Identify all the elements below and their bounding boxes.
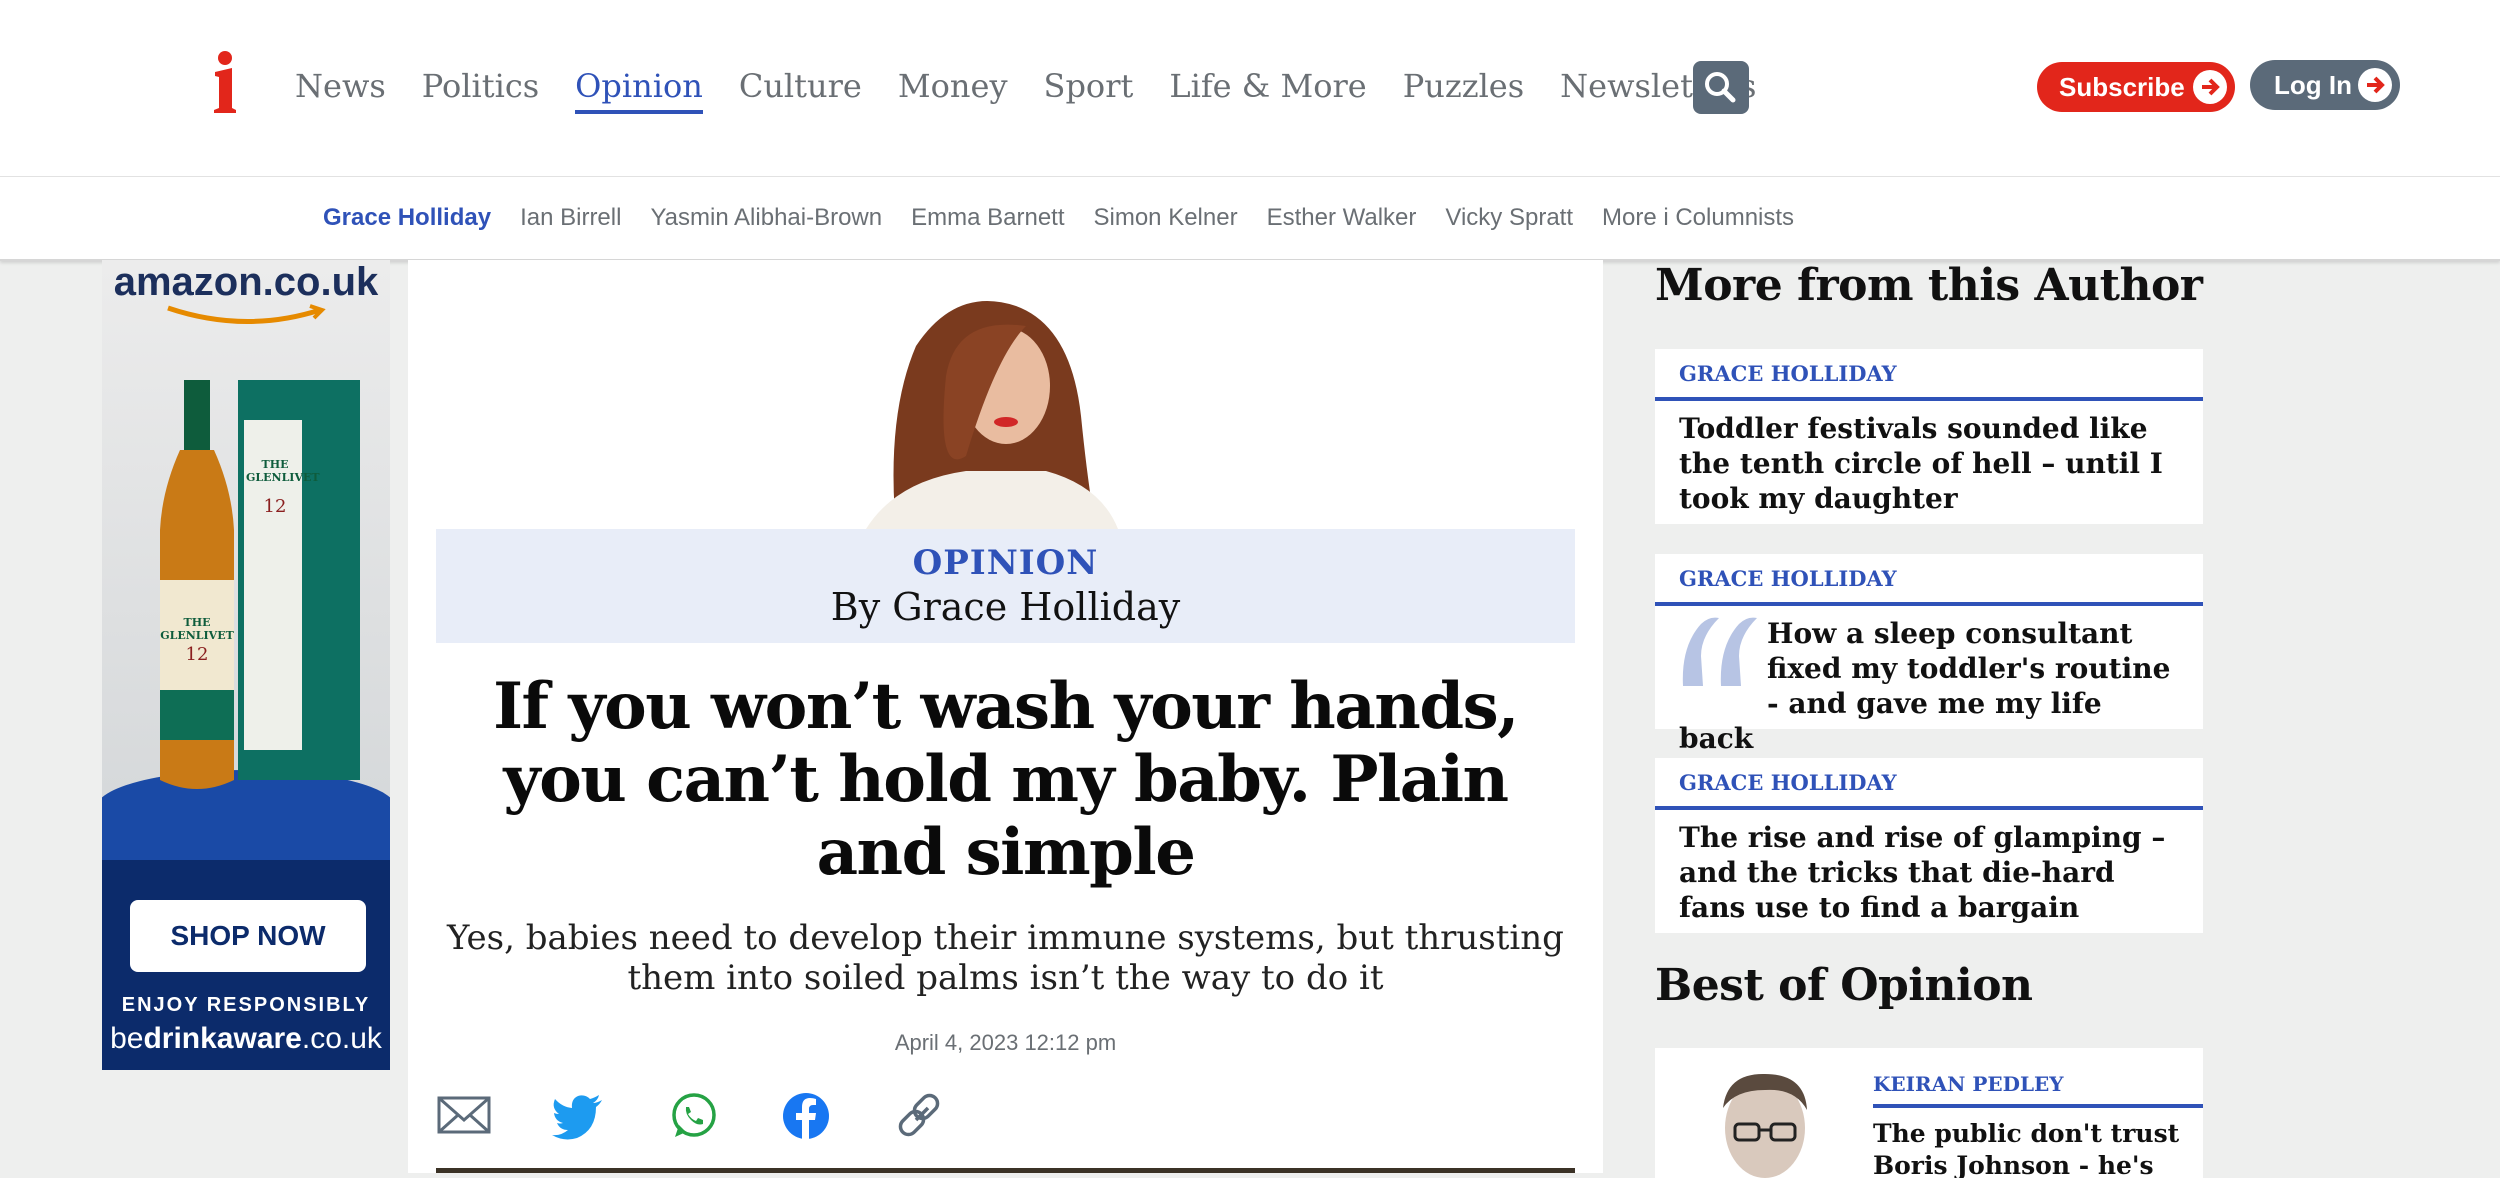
login-button[interactable]: Log In bbox=[2250, 60, 2400, 110]
card-title-block: How a sleep consultant fixed my toddler'… bbox=[1679, 616, 2179, 756]
author-byline[interactable]: By Grace Holliday bbox=[436, 585, 1575, 629]
nav-item-life-more[interactable]: Life & More bbox=[1169, 62, 1366, 114]
nav-item-culture[interactable]: Culture bbox=[739, 62, 862, 114]
card-author-tag[interactable]: GRACE HOLLIDAY bbox=[1679, 770, 1897, 795]
author-article-card[interactable]: GRACE HOLLIDAY How a sleep consultant fi… bbox=[1655, 554, 2203, 755]
columnist-ian-birrell[interactable]: Ian Birrell bbox=[520, 201, 621, 235]
login-label: Log In bbox=[2274, 69, 2352, 100]
columnist-vicky-spratt[interactable]: Vicky Spratt bbox=[1445, 201, 1573, 235]
card-divider bbox=[1655, 602, 2203, 606]
whatsapp-icon[interactable] bbox=[664, 1090, 720, 1142]
more-columnists-link[interactable]: More i Columnists bbox=[1602, 201, 1794, 235]
card-author-tag[interactable]: GRACE HOLLIDAY bbox=[1679, 361, 1897, 386]
ad-bottle-age: 12 bbox=[185, 644, 209, 665]
ad-bottle-label: THE GLENLIVET bbox=[160, 616, 234, 642]
nav-item-sport[interactable]: Sport bbox=[1044, 62, 1134, 114]
main-nav: News Politics Opinion Culture Money Spor… bbox=[295, 62, 1792, 114]
drinkaware-suffix: .co.uk bbox=[301, 1022, 382, 1055]
more-from-author-heading: More from this Author bbox=[1655, 260, 2203, 311]
shop-now-button[interactable]: SHOP NOW bbox=[130, 900, 366, 972]
drinkaware-logo: bedrinkaware.co.uk bbox=[102, 1022, 390, 1056]
nav-item-news[interactable]: News bbox=[295, 62, 386, 114]
ad-disclaimer: ENJOY RESPONSIBLY bbox=[121, 994, 371, 1016]
section-kicker[interactable]: OPINION bbox=[436, 543, 1575, 583]
card-title[interactable]: The rise and rise of glamping – and the … bbox=[1679, 820, 2179, 925]
ad-box-label: THE GLENLIVET bbox=[246, 458, 320, 484]
article-hero-image bbox=[436, 1168, 1575, 1173]
site-header: News Politics Opinion Culture Money Spor… bbox=[0, 0, 2500, 177]
subscribe-button[interactable]: Subscribe bbox=[2037, 62, 2235, 112]
columnist-avatar bbox=[1723, 1073, 1807, 1178]
subscribe-label: Subscribe bbox=[2059, 71, 2185, 102]
arrow-right-icon bbox=[2193, 70, 2227, 104]
search-icon bbox=[1705, 72, 1736, 103]
card-author-tag[interactable]: KEIRAN PEDLEY bbox=[1873, 1072, 2064, 1096]
columnist-nav-bar: Grace Holliday Ian Birrell Yasmin Alibha… bbox=[0, 177, 2500, 261]
columnist-nav: Grace Holliday Ian Birrell Yasmin Alibha… bbox=[323, 201, 1823, 235]
nav-item-politics[interactable]: Politics bbox=[422, 62, 539, 114]
card-divider bbox=[1655, 806, 2203, 810]
quote-mark-icon bbox=[1682, 617, 1757, 686]
whisky-bottle-image bbox=[160, 380, 234, 789]
opinion-article-card[interactable]: KEIRAN PEDLEY The public don't trust Bor… bbox=[1655, 1048, 2203, 1178]
email-icon[interactable] bbox=[436, 1090, 492, 1142]
arrow-right-icon bbox=[2358, 68, 2392, 102]
amazon-smile-icon bbox=[167, 304, 326, 325]
card-divider bbox=[1655, 397, 2203, 401]
columnist-simon-kelner[interactable]: Simon Kelner bbox=[1094, 201, 1238, 235]
facebook-icon[interactable] bbox=[778, 1090, 834, 1142]
best-of-opinion-heading: Best of Opinion bbox=[1655, 960, 2033, 1011]
link-icon[interactable] bbox=[892, 1090, 948, 1142]
search-button[interactable] bbox=[1693, 61, 1749, 114]
nav-item-puzzles[interactable]: Puzzles bbox=[1403, 62, 1524, 114]
card-title[interactable]: The public don't trust Boris Johnson - h… bbox=[1873, 1118, 2193, 1178]
author-box: OPINION By Grace Holliday bbox=[436, 529, 1575, 643]
card-divider bbox=[1873, 1104, 2203, 1108]
columnist-esther-walker[interactable]: Esther Walker bbox=[1267, 201, 1417, 235]
whisky-box-image bbox=[238, 380, 360, 780]
columnist-grace-holliday[interactable]: Grace Holliday bbox=[323, 201, 491, 235]
ad-box-age: 12 bbox=[263, 496, 287, 517]
share-bar bbox=[436, 1090, 1006, 1142]
site-logo[interactable] bbox=[210, 50, 240, 114]
drinkaware-prefix: be bbox=[110, 1022, 144, 1055]
columnist-yasmin-alibhai-brown[interactable]: Yasmin Alibhai-Brown bbox=[650, 201, 882, 235]
advertisement[interactable]: amazon.co.uk THE GLENLIVET 12 THE GLENLI… bbox=[102, 260, 390, 1070]
card-author-tag[interactable]: GRACE HOLLIDAY bbox=[1679, 566, 1897, 591]
author-article-card[interactable]: GRACE HOLLIDAY The rise and rise of glam… bbox=[1655, 758, 2203, 933]
article-standfirst: Yes, babies need to develop their immune… bbox=[447, 918, 1564, 998]
ad-brand: amazon.co.uk bbox=[113, 260, 379, 304]
columnist-emma-barnett[interactable]: Emma Barnett bbox=[911, 201, 1064, 235]
twitter-icon[interactable] bbox=[550, 1090, 606, 1142]
author-article-card[interactable]: GRACE HOLLIDAY Toddler festivals sounded… bbox=[1655, 349, 2203, 524]
author-photo bbox=[866, 301, 1118, 529]
article-date: April 4, 2023 12:12 pm bbox=[894, 1030, 1117, 1055]
drinkaware-bold: drinkaware bbox=[143, 1022, 302, 1055]
nav-item-opinion[interactable]: Opinion bbox=[575, 62, 703, 114]
card-title[interactable]: Toddler festivals sounded like the tenth… bbox=[1679, 411, 2179, 516]
article-headline: If you won’t wash your hands, you can’t … bbox=[493, 669, 1519, 890]
nav-item-money[interactable]: Money bbox=[898, 62, 1008, 114]
